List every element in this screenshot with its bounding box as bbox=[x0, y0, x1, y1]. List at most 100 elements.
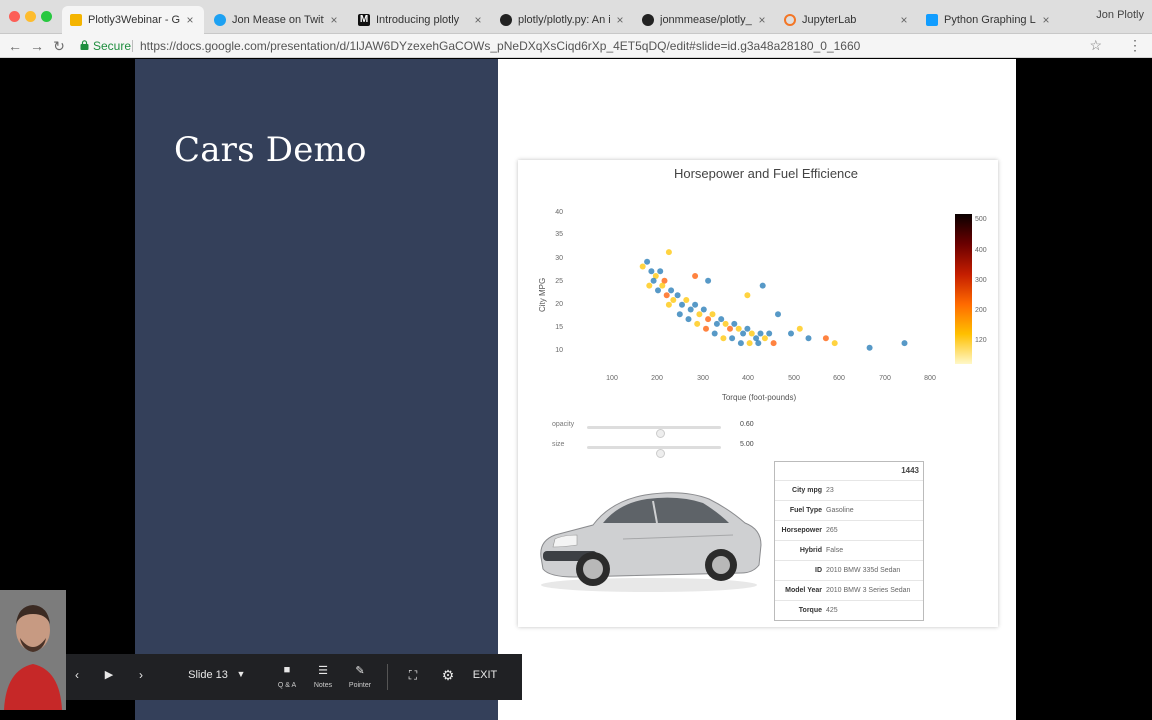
scatter-point[interactable] bbox=[759, 282, 766, 289]
scatter-point[interactable] bbox=[822, 335, 829, 342]
reload-icon[interactable]: ↻ bbox=[50, 37, 68, 55]
minimize-window-button[interactable] bbox=[25, 11, 36, 22]
scatter-point[interactable] bbox=[718, 316, 725, 323]
slide-number[interactable]: Slide 13 bbox=[178, 669, 238, 681]
scatter-point[interactable] bbox=[705, 316, 712, 323]
scatter-point[interactable] bbox=[657, 268, 664, 275]
scatter-point[interactable] bbox=[737, 340, 744, 347]
scatter-point[interactable] bbox=[757, 330, 764, 337]
scatter-point[interactable] bbox=[663, 292, 670, 299]
pointer-icon[interactable]: ✎ bbox=[353, 664, 367, 677]
browser-tab[interactable]: Python Graphing Libr × bbox=[918, 6, 1060, 34]
close-tab-icon[interactable]: × bbox=[756, 13, 768, 27]
scatter-point[interactable] bbox=[650, 277, 657, 284]
scatter-point[interactable] bbox=[766, 330, 773, 337]
size-slider[interactable] bbox=[587, 446, 721, 458]
exit-button[interactable]: EXIT bbox=[468, 669, 502, 681]
scatter-point[interactable] bbox=[731, 320, 738, 327]
close-window-button[interactable] bbox=[9, 11, 20, 22]
size-slider-handle[interactable] bbox=[655, 449, 665, 458]
scatter-point[interactable] bbox=[720, 335, 727, 342]
scatter-point[interactable] bbox=[805, 335, 812, 342]
scatter-point[interactable] bbox=[668, 287, 675, 294]
back-icon[interactable]: ← bbox=[6, 37, 24, 55]
scatter-point[interactable] bbox=[639, 263, 646, 270]
opacity-slider-handle[interactable] bbox=[655, 429, 665, 438]
close-tab-icon[interactable]: × bbox=[1040, 13, 1052, 27]
scatter-point[interactable] bbox=[705, 277, 712, 284]
scatter-point[interactable] bbox=[788, 330, 794, 337]
browser-tab[interactable]: JupyterLab × bbox=[776, 6, 918, 34]
browser-tab[interactable]: plotly/plotly.py: An in × bbox=[492, 6, 634, 34]
scatter-point[interactable] bbox=[646, 282, 653, 289]
maximize-window-button[interactable] bbox=[41, 11, 52, 22]
scatter-point[interactable] bbox=[775, 311, 781, 318]
scatter-point[interactable] bbox=[683, 297, 690, 303]
scatter-point[interactable] bbox=[729, 335, 736, 342]
close-tab-icon[interactable]: × bbox=[898, 13, 910, 27]
browser-tab[interactable]: jonmmease/plotly_ipy × bbox=[634, 6, 776, 34]
scatter-point[interactable] bbox=[674, 292, 681, 299]
scatter-point[interactable] bbox=[687, 306, 694, 313]
presenter-face-image bbox=[0, 590, 66, 710]
browser-tab[interactable]: M Introducing plotly × bbox=[350, 6, 492, 34]
scatter-point[interactable] bbox=[713, 320, 720, 327]
scatter-point[interactable] bbox=[761, 335, 768, 342]
scatter-point[interactable] bbox=[685, 316, 692, 323]
scatter-point[interactable] bbox=[770, 340, 777, 347]
scatter-point[interactable] bbox=[676, 311, 683, 318]
scatter-point[interactable] bbox=[665, 249, 672, 256]
play-icon[interactable]: ▶ bbox=[102, 668, 116, 681]
previous-slide-icon[interactable]: ‹ bbox=[70, 668, 84, 682]
scatter-point[interactable] bbox=[679, 301, 685, 308]
url-field[interactable]: https://docs.google.com/presentation/d/1… bbox=[140, 39, 1060, 53]
scatter-point[interactable] bbox=[692, 273, 699, 279]
tab-title: Jon Mease on Twitter bbox=[232, 14, 324, 26]
close-tab-icon[interactable]: × bbox=[184, 13, 196, 27]
scatter-plot[interactable] bbox=[578, 205, 943, 375]
bookmark-star-icon[interactable]: ☆ bbox=[1089, 37, 1102, 54]
next-slide-icon[interactable]: › bbox=[134, 668, 148, 682]
scatter-point[interactable] bbox=[696, 311, 703, 318]
browser-menu-icon[interactable]: ⋮ bbox=[1128, 37, 1142, 54]
close-tab-icon[interactable]: × bbox=[614, 13, 626, 27]
scatter-point[interactable] bbox=[748, 330, 755, 337]
scatter-point[interactable] bbox=[735, 325, 742, 332]
scatter-point[interactable] bbox=[655, 287, 661, 294]
scatter-point[interactable] bbox=[709, 311, 716, 318]
close-tab-icon[interactable]: × bbox=[472, 13, 484, 27]
opacity-slider[interactable] bbox=[587, 426, 721, 438]
scatter-point[interactable] bbox=[744, 325, 751, 332]
notes-icon[interactable]: ☰ bbox=[316, 664, 330, 677]
scatter-point[interactable] bbox=[644, 258, 651, 265]
scatter-point[interactable] bbox=[711, 330, 718, 337]
scatter-point[interactable] bbox=[744, 292, 751, 299]
browser-tab[interactable]: Jon Mease on Twitter × bbox=[206, 6, 348, 34]
scatter-point[interactable] bbox=[648, 268, 655, 275]
close-tab-icon[interactable]: × bbox=[328, 13, 340, 27]
scatter-point[interactable] bbox=[694, 320, 701, 327]
scatter-point[interactable] bbox=[740, 330, 747, 337]
scatter-point[interactable] bbox=[746, 340, 753, 347]
tab-title: Plotly3Webinar - Go bbox=[88, 14, 180, 26]
scatter-point[interactable] bbox=[901, 340, 908, 347]
qa-icon[interactable]: ■ bbox=[280, 664, 294, 676]
forward-icon[interactable]: → bbox=[28, 37, 46, 55]
scatter-point[interactable] bbox=[670, 297, 677, 303]
scatter-point[interactable] bbox=[831, 340, 838, 347]
scatter-point[interactable] bbox=[722, 320, 729, 327]
scatter-point[interactable] bbox=[866, 344, 873, 351]
scatter-point[interactable] bbox=[659, 282, 666, 289]
slide-dropdown-icon[interactable]: ▼ bbox=[234, 669, 248, 679]
scatter-point[interactable] bbox=[703, 325, 709, 332]
fullscreen-icon[interactable]: ⛶ bbox=[406, 668, 420, 683]
scatter-point[interactable] bbox=[755, 340, 762, 347]
scatter-point[interactable] bbox=[665, 301, 672, 308]
scatter-point[interactable] bbox=[700, 306, 707, 313]
browser-tab[interactable]: Plotly3Webinar - Go × bbox=[62, 6, 204, 34]
scatter-point[interactable] bbox=[727, 325, 733, 332]
settings-gear-icon[interactable]: ⚙ bbox=[440, 667, 456, 684]
scatter-point[interactable] bbox=[692, 301, 699, 308]
profile-name[interactable]: Jon Plotly bbox=[1096, 9, 1144, 21]
scatter-point[interactable] bbox=[796, 325, 803, 332]
